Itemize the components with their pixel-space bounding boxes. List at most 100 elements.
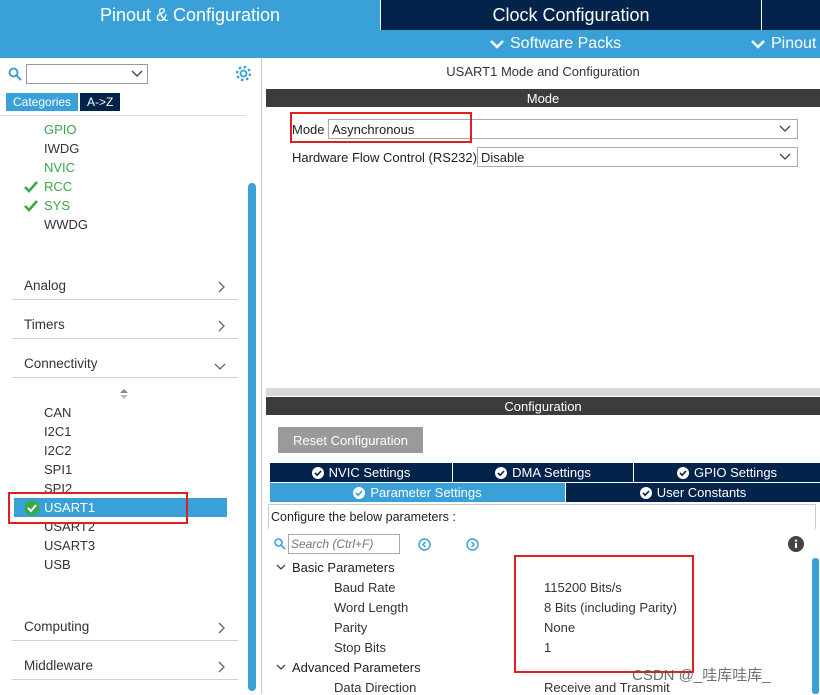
tab-dma-settings[interactable]: DMA Settings <box>453 463 633 482</box>
chevron-down-icon <box>131 70 143 77</box>
tab-gpio-settings-label: GPIO Settings <box>693 465 778 480</box>
hw-flow-label: Hardware Flow Control (RS232) <box>292 150 477 165</box>
check-icon <box>24 181 38 193</box>
group-middleware[interactable]: Middleware <box>12 644 238 680</box>
highlight-box <box>8 492 188 524</box>
search-icon <box>274 538 286 550</box>
advanced-parameters-label: Advanced Parameters <box>292 660 421 675</box>
group-timers-label: Timers <box>24 317 65 332</box>
mode-header-label: Mode <box>526 90 560 106</box>
tab-clock-label: Clock Configuration <box>492 4 650 25</box>
check-circle-icon <box>311 466 324 479</box>
basic-parameters-label: Basic Parameters <box>292 560 395 575</box>
pinout-menu[interactable]: Pinout <box>751 30 816 58</box>
configuration-header-label: Configuration <box>504 398 582 414</box>
info-icon[interactable] <box>788 536 804 552</box>
chevron-right-icon <box>218 622 225 634</box>
group-computing[interactable]: Computing <box>12 605 238 641</box>
tab-a-to-z-label: A->Z <box>87 95 114 109</box>
chevron-down-icon <box>490 40 504 49</box>
tab-user-constants[interactable]: User Constants <box>566 483 820 502</box>
configuration-header: Configuration <box>266 397 820 415</box>
tab-dma-settings-label: DMA Settings <box>512 465 591 480</box>
left-scrollbar[interactable] <box>248 183 256 691</box>
watermark: CSDN @_哇库哇库_ <box>632 667 771 684</box>
list-item-wwdg[interactable]: WWDG <box>44 217 88 232</box>
check-circle-icon <box>353 486 366 499</box>
tab-a-to-z[interactable]: A->Z <box>80 93 121 111</box>
list-item-spi1[interactable]: SPI1 <box>44 462 72 477</box>
highlight-box <box>290 112 472 143</box>
tab-pinout-label: Pinout & Configuration <box>99 4 281 25</box>
group-connectivity-label: Connectivity <box>24 356 98 371</box>
chevron-right-icon <box>218 661 225 673</box>
param-label-parity: Parity <box>334 620 368 635</box>
chevron-down-icon <box>214 363 226 370</box>
tab-pinout-configuration[interactable]: Pinout & Configuration <box>0 0 380 30</box>
tab-user-constants-label: User Constants <box>656 485 747 500</box>
chevron-down-icon <box>779 153 791 160</box>
tab-parameter-settings[interactable]: Parameter Settings <box>270 483 565 502</box>
list-item-rcc[interactable]: RCC <box>44 179 72 194</box>
list-item-gpio[interactable]: GPIO <box>44 122 77 137</box>
left-panel: Categories A->Z GPIO IWDG NVIC RCC SYS W… <box>0 58 262 694</box>
right-panel: USART1 Mode and Configuration Mode Mode … <box>266 58 820 695</box>
group-analog[interactable]: Analog <box>12 264 238 300</box>
reset-configuration-label: Reset Configuration <box>293 432 408 448</box>
mode-header: Mode <box>266 89 820 107</box>
software-packs-menu[interactable]: Software Packs <box>490 30 621 58</box>
divider <box>0 115 246 116</box>
sort-icon[interactable] <box>120 389 128 399</box>
tab-clock-configuration[interactable]: Clock Configuration <box>381 0 761 30</box>
check-icon <box>24 200 38 212</box>
tab-categories[interactable]: Categories <box>6 93 79 111</box>
hw-flow-select-value: Disable <box>481 149 525 165</box>
sub-menu-bar: Software Packs Pinout <box>0 30 820 58</box>
group-middleware-label: Middleware <box>24 658 94 673</box>
list-item-i2c2[interactable]: I2C2 <box>44 443 71 458</box>
chevron-right-icon <box>218 320 225 332</box>
tab-overflow[interactable] <box>762 0 820 30</box>
chevron-down-icon[interactable] <box>276 564 286 571</box>
check-circle-icon <box>495 466 508 479</box>
right-scrollbar[interactable] <box>812 558 819 694</box>
gear-icon[interactable] <box>235 65 252 82</box>
param-label-data-direction: Data Direction <box>334 680 417 695</box>
param-label-baud-rate: Baud Rate <box>334 580 396 595</box>
list-item-sys[interactable]: SYS <box>44 198 70 213</box>
group-analog-label: Analog <box>24 278 67 293</box>
next-icon[interactable] <box>466 538 479 551</box>
param-label-stop-bits: Stop Bits <box>334 640 387 655</box>
group-connectivity[interactable]: Connectivity <box>12 342 238 378</box>
configure-text-row: Configure the below parameters : <box>268 504 816 529</box>
parameter-search-input[interactable] <box>288 534 400 554</box>
group-computing-label: Computing <box>24 619 90 634</box>
check-circle-icon <box>676 466 689 479</box>
list-item-usb[interactable]: USB <box>44 557 71 572</box>
group-timers[interactable]: Timers <box>12 303 238 339</box>
list-item-i2c1[interactable]: I2C1 <box>44 424 71 439</box>
param-label-word-length: Word Length <box>334 600 409 615</box>
tab-parameter-settings-label: Parameter Settings <box>370 485 482 500</box>
category-search-input[interactable] <box>26 64 148 84</box>
previous-icon[interactable] <box>418 538 431 551</box>
list-item-can[interactable]: CAN <box>44 405 71 420</box>
reset-configuration-button[interactable]: Reset Configuration <box>278 427 423 453</box>
tab-gpio-settings[interactable]: GPIO Settings <box>634 463 820 482</box>
splitter[interactable] <box>266 388 820 396</box>
category-tabs: Categories A->Z <box>6 93 121 111</box>
check-circle-icon <box>639 486 652 499</box>
pinout-menu-label: Pinout <box>771 35 817 52</box>
configure-text: Configure the below parameters : <box>271 510 456 524</box>
highlight-box <box>514 555 694 673</box>
chevron-down-icon[interactable] <box>276 664 286 671</box>
tab-nvic-settings-label: NVIC Settings <box>328 465 411 480</box>
chevron-right-icon <box>218 281 225 293</box>
list-item-usart3[interactable]: USART3 <box>44 538 95 553</box>
chevron-down-icon <box>751 40 765 49</box>
tab-categories-label: Categories <box>13 95 72 109</box>
list-item-nvic[interactable]: NVIC <box>44 160 75 175</box>
list-item-iwdg[interactable]: IWDG <box>44 141 79 156</box>
hw-flow-select[interactable]: Disable <box>477 147 798 167</box>
tab-nvic-settings[interactable]: NVIC Settings <box>270 463 452 482</box>
